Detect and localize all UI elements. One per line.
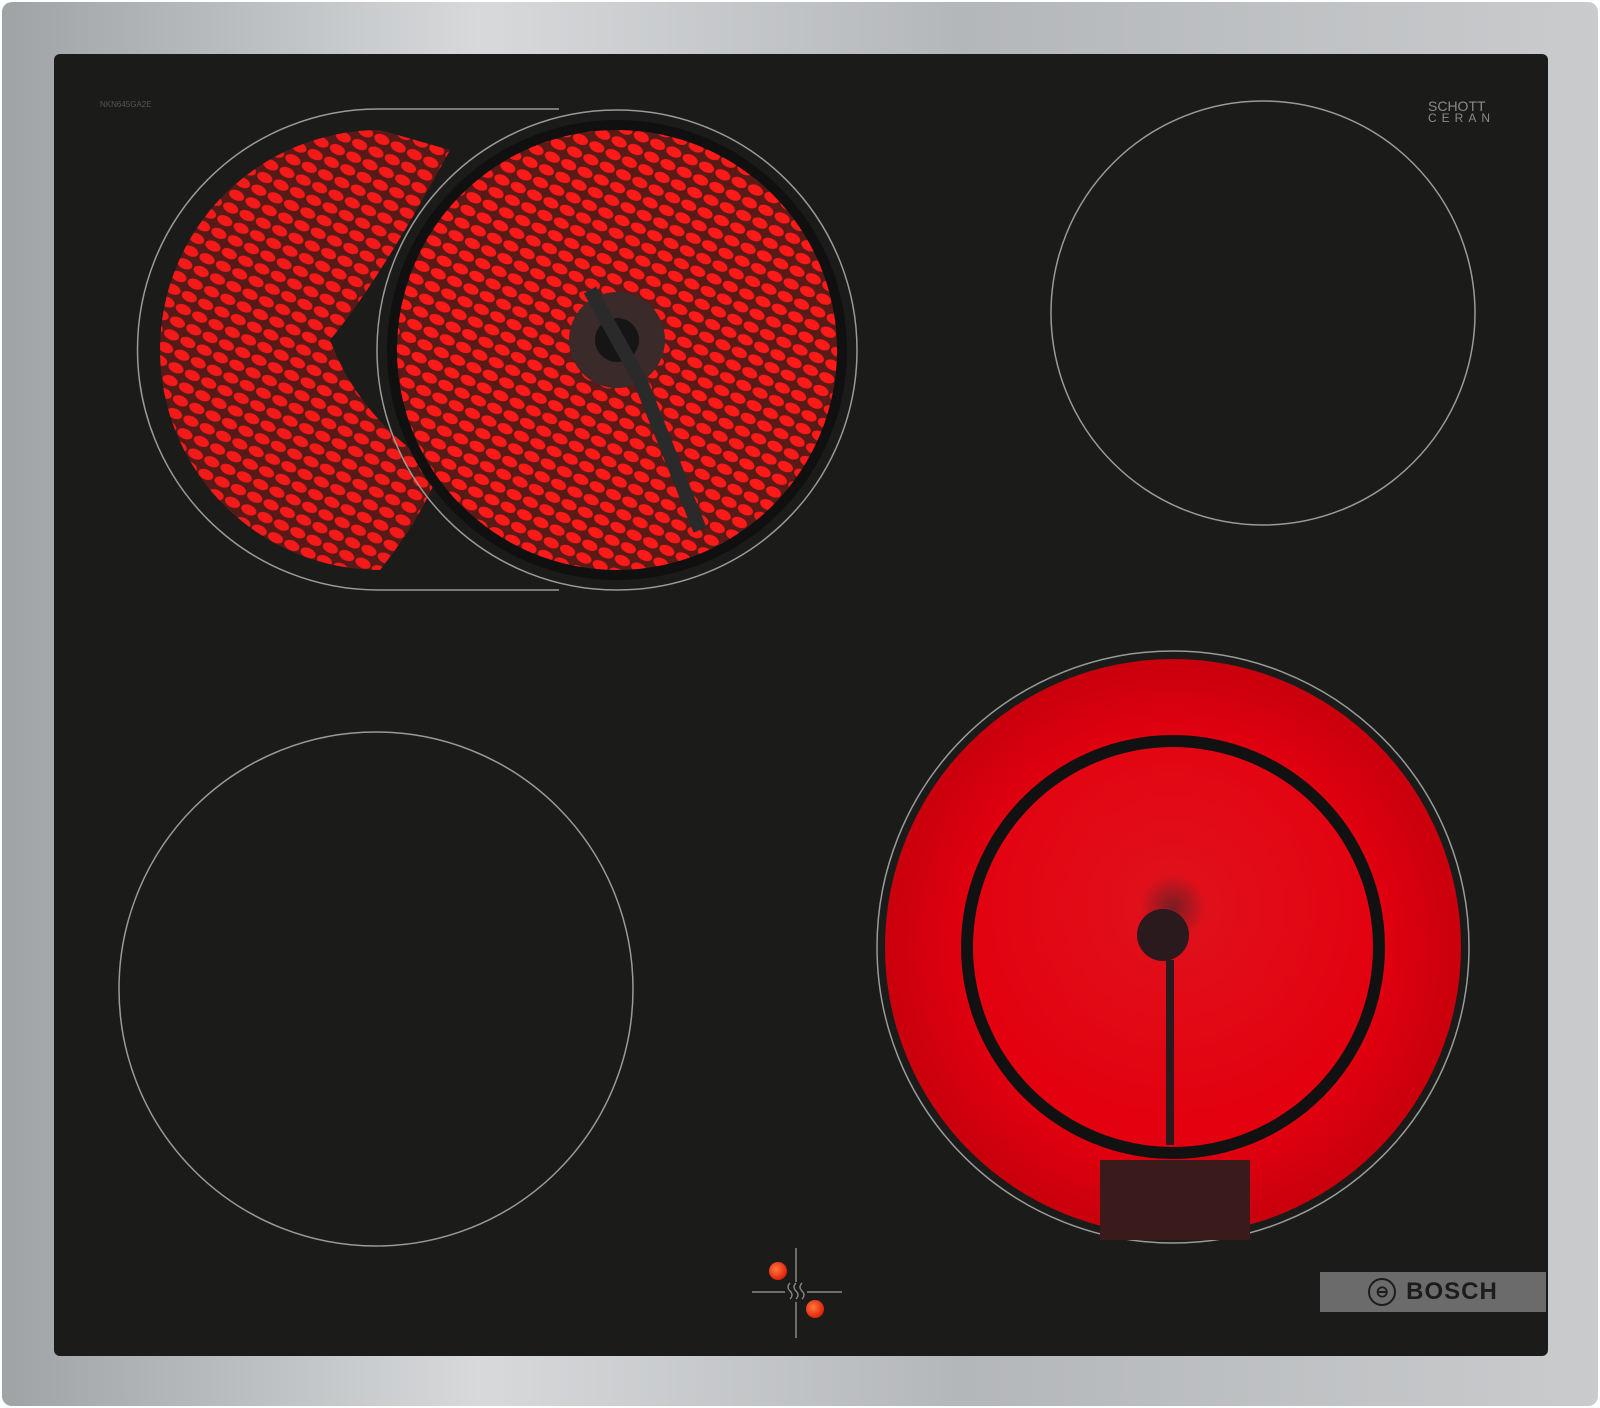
schott-ceran-logo: SCHOTT CERAN (1428, 99, 1496, 125)
indicator-light (806, 1300, 824, 1318)
ceran-text: CERAN (1428, 111, 1496, 125)
bosch-armature-icon: ⊖ (1368, 1278, 1397, 1306)
bosch-badge: ⊖ BOSCH (1320, 1272, 1546, 1312)
model-label: NKN645GA2E (100, 100, 152, 109)
cooking-zone-front-left[interactable] (136, 108, 858, 591)
brand-name: BOSCH (1406, 1278, 1498, 1305)
indicator-light (769, 1262, 787, 1280)
cooktop (2, 2, 1598, 1406)
